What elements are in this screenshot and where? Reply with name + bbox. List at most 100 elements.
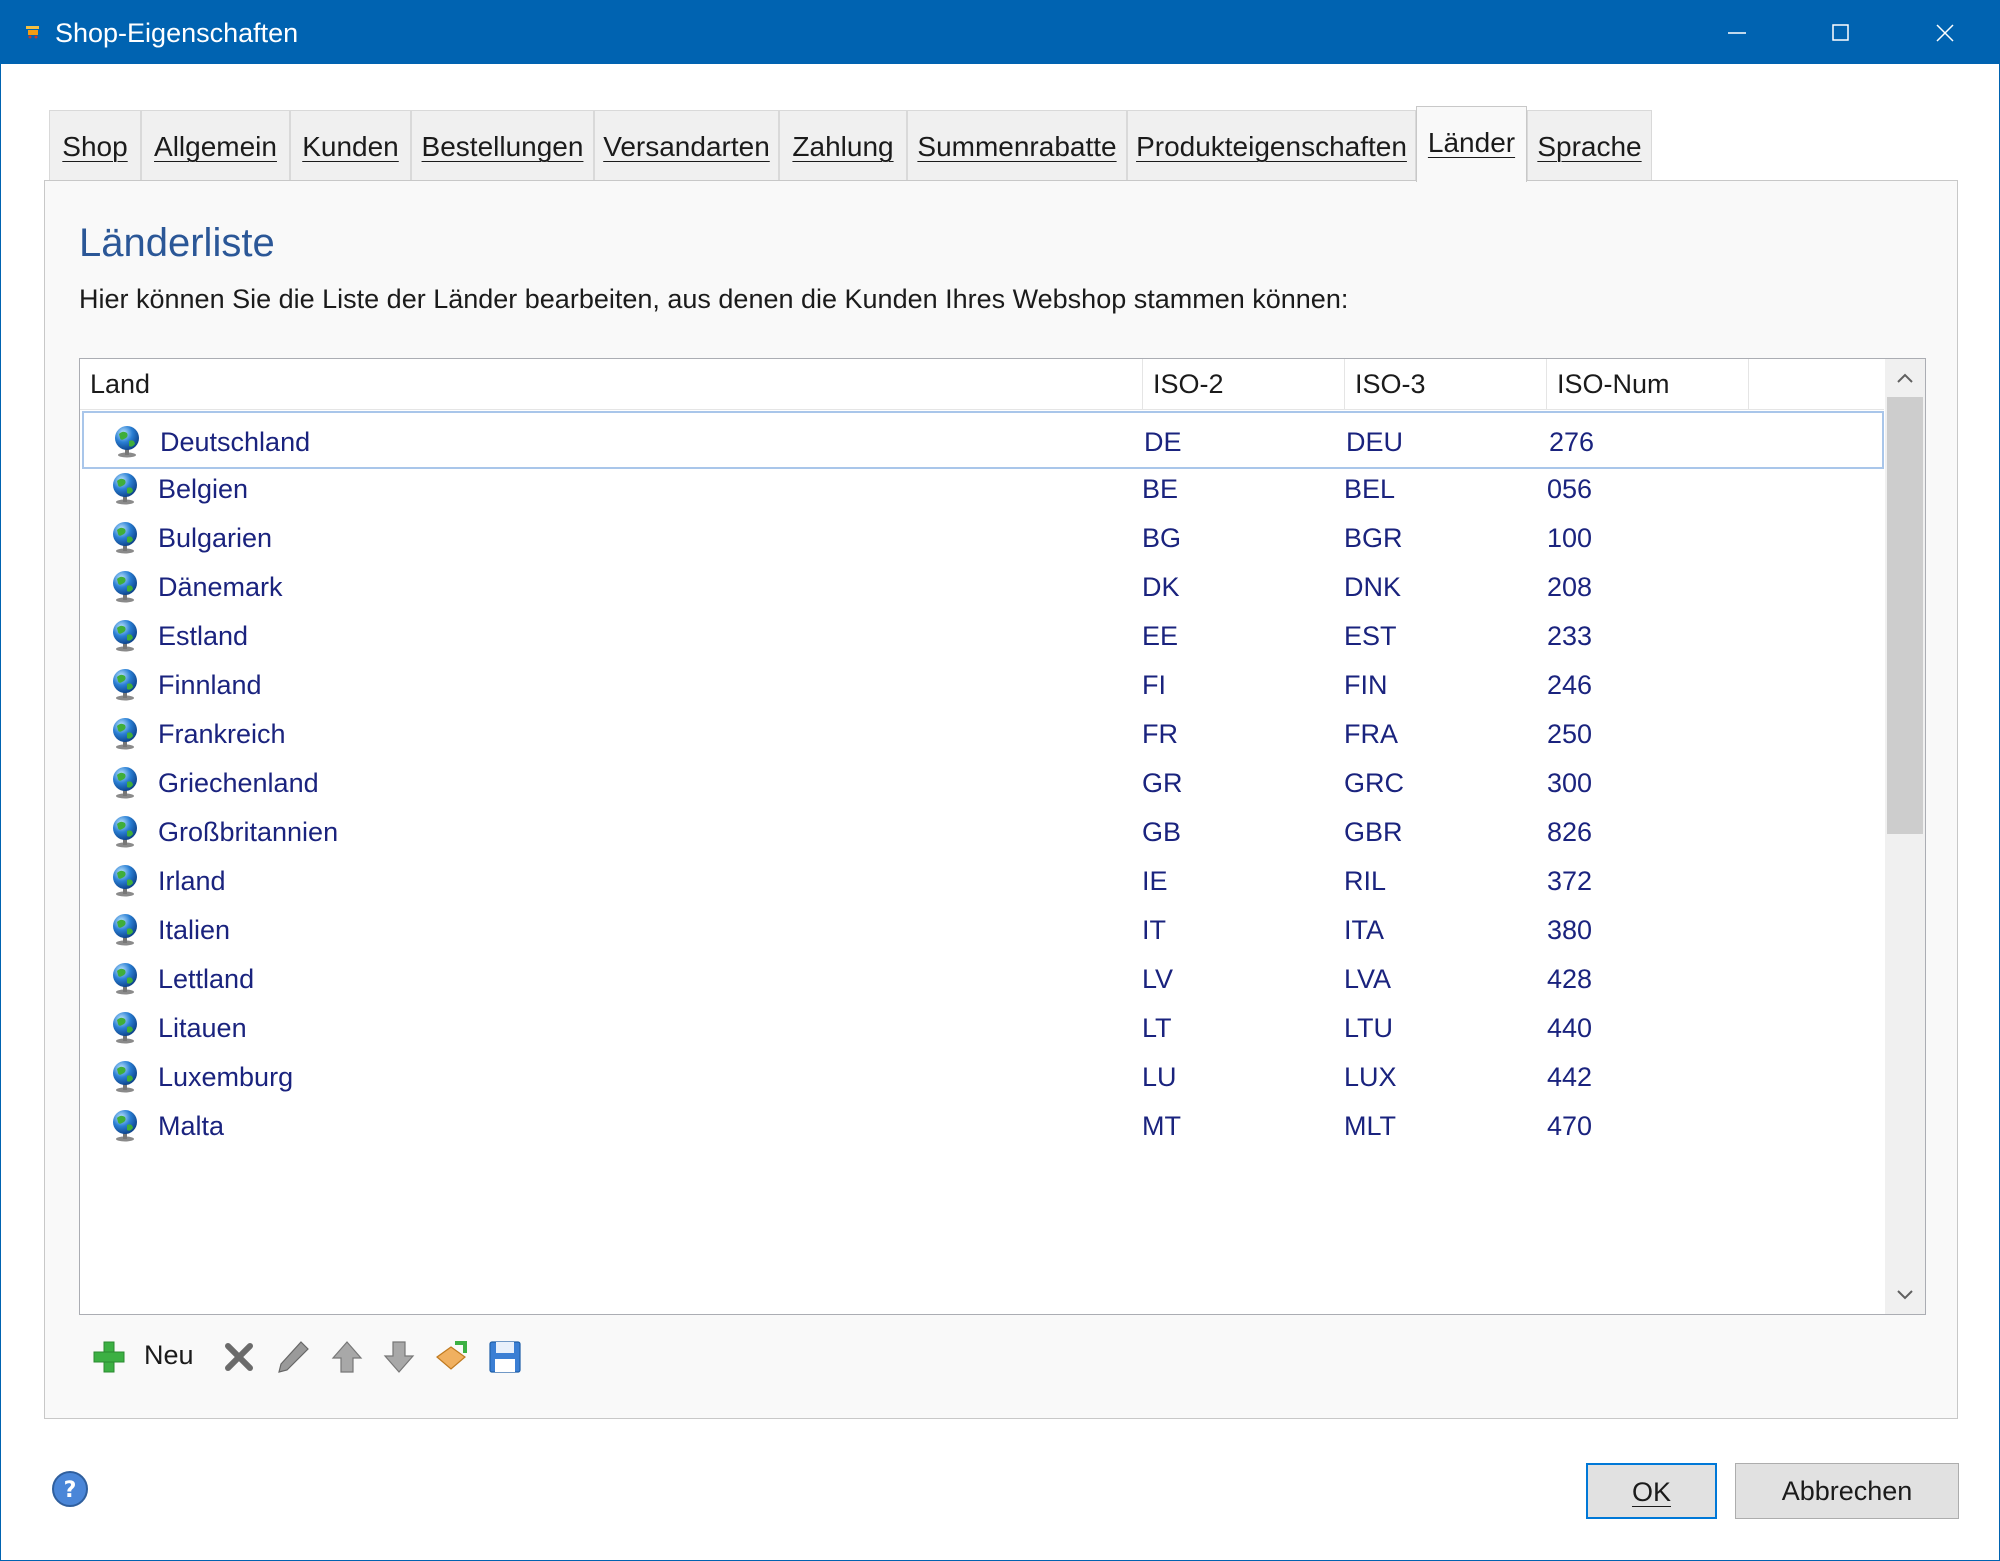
cell-isonum: 056 xyxy=(1547,474,1593,504)
cell-isonum: 250 xyxy=(1547,719,1593,749)
window-title: Shop-Eigenschaften xyxy=(55,18,299,48)
cell-land: Frankreich xyxy=(158,719,286,749)
title-bar[interactable]: Shop-Eigenschaften xyxy=(1,1,1999,64)
cell-iso2: GB xyxy=(1142,817,1182,847)
vertical-scrollbar[interactable] xyxy=(1885,359,1925,1314)
cell-iso3: FRA xyxy=(1344,719,1398,749)
tab-label: Summenrabatte xyxy=(917,131,1117,162)
tab-zahlung[interactable]: Zahlung xyxy=(779,110,907,180)
cell-iso3: GBR xyxy=(1344,817,1403,847)
cell-land: Estland xyxy=(158,621,249,651)
tab-allgemein[interactable]: Allgemein xyxy=(141,110,290,180)
globe-icon xyxy=(110,471,140,505)
scroll-down-arrow-icon[interactable] xyxy=(1895,1284,1915,1304)
help-icon[interactable]: ? xyxy=(51,1470,89,1508)
ok-button-label: OK xyxy=(1631,1477,1671,1507)
tab-label: Shop xyxy=(62,131,128,162)
add-icon[interactable] xyxy=(91,1339,127,1375)
cell-iso3: LUX xyxy=(1344,1062,1397,1092)
globe-icon xyxy=(110,814,140,848)
scrollbar-thumb[interactable] xyxy=(1887,397,1923,834)
cell-iso2: BG xyxy=(1142,523,1182,553)
tab-summenrabatte[interactable]: Summenrabatte xyxy=(907,110,1127,180)
globe-icon xyxy=(110,1059,140,1093)
cell-iso2: LT xyxy=(1142,1013,1172,1043)
cell-iso3: LTU xyxy=(1344,1013,1394,1043)
cell-isonum: 428 xyxy=(1547,964,1593,994)
cell-iso3: FIN xyxy=(1344,670,1388,700)
tab-label: Zahlung xyxy=(792,131,894,162)
tab-produkteigenschaften[interactable]: Produkteigenschaften xyxy=(1127,110,1416,180)
cell-land: Großbritannien xyxy=(158,817,339,847)
tab-bestellungen[interactable]: Bestellungen xyxy=(411,110,594,180)
dialog-window: Shop-Eigenschaften Shop Allgemein Kunden… xyxy=(0,0,2000,1561)
save-icon[interactable] xyxy=(487,1339,523,1375)
globe-icon xyxy=(110,1010,140,1044)
cell-isonum: 372 xyxy=(1547,866,1593,896)
globe-icon xyxy=(110,618,140,652)
cell-land: Deutschland xyxy=(160,427,311,457)
cell-isonum: 276 xyxy=(1549,427,1595,457)
cell-isonum: 440 xyxy=(1547,1013,1593,1043)
tab-laender[interactable]: Länder xyxy=(1416,106,1527,182)
cell-land: Finnland xyxy=(158,670,262,700)
cell-land: Malta xyxy=(158,1111,225,1141)
ok-button[interactable]: OK xyxy=(1586,1463,1717,1519)
cell-iso2: DK xyxy=(1142,572,1180,602)
cell-land: Irland xyxy=(158,866,226,896)
column-header-iso2[interactable]: ISO-2 xyxy=(1143,359,1345,409)
cell-isonum: 246 xyxy=(1547,670,1593,700)
delete-icon[interactable] xyxy=(221,1339,257,1375)
globe-icon xyxy=(110,912,140,946)
cell-iso2: MT xyxy=(1142,1111,1181,1141)
column-header-iso3[interactable]: ISO-3 xyxy=(1345,359,1547,409)
minimize-button[interactable] xyxy=(1685,1,1789,64)
globe-icon xyxy=(112,424,142,458)
cell-isonum: 380 xyxy=(1547,915,1593,945)
import-icon[interactable] xyxy=(433,1339,469,1375)
tab-label: Sprache xyxy=(1537,131,1642,162)
close-button[interactable] xyxy=(1893,1,1997,64)
cell-isonum: 826 xyxy=(1547,817,1593,847)
edit-icon[interactable] xyxy=(275,1339,311,1375)
tab-shop[interactable]: Shop xyxy=(49,110,141,180)
column-header-land[interactable]: Land xyxy=(80,359,1143,409)
tab-label: Länder xyxy=(1427,127,1516,158)
country-list[interactable]: Land ISO-2 ISO-3 ISO-Num Deutschland DE DE… xyxy=(79,358,1926,1315)
cell-iso3: DNK xyxy=(1344,572,1402,602)
move-down-icon[interactable] xyxy=(381,1339,417,1375)
page-title: Länderliste xyxy=(79,221,275,265)
cell-land: Griechenland xyxy=(158,768,319,798)
new-button-label[interactable]: Neu xyxy=(144,1340,194,1371)
tab-kunden[interactable]: Kunden xyxy=(290,110,411,180)
tab-label: Versandarten xyxy=(603,131,770,162)
scroll-up-arrow-icon[interactable] xyxy=(1895,369,1915,389)
cell-iso3: DEU xyxy=(1346,427,1404,457)
cell-isonum: 470 xyxy=(1547,1111,1593,1141)
cell-land: Dänemark xyxy=(158,572,283,602)
cell-land: Bulgarien xyxy=(158,523,273,553)
globe-icon xyxy=(110,520,140,554)
tab-sprache[interactable]: Sprache xyxy=(1527,110,1652,180)
cancel-button[interactable]: Abbrechen xyxy=(1735,1463,1959,1519)
cell-iso2: DE xyxy=(1144,427,1182,457)
tab-label: Allgemein xyxy=(154,131,277,162)
maximize-button[interactable] xyxy=(1789,1,1893,64)
tab-versandarten[interactable]: Versandarten xyxy=(594,110,779,180)
close-icon xyxy=(1936,24,1954,42)
cell-isonum: 208 xyxy=(1547,572,1593,602)
cell-land: Italien xyxy=(158,915,231,945)
column-header-isonum[interactable]: ISO-Num xyxy=(1547,359,1749,409)
svg-text:?: ? xyxy=(64,1478,77,1503)
cell-land: Belgien xyxy=(158,474,249,504)
cell-isonum: 100 xyxy=(1547,523,1593,553)
tab-label: Bestellungen xyxy=(421,131,584,162)
table-row[interactable]: Malta MT MLT 470 xyxy=(82,1097,1884,1155)
cell-iso2: FR xyxy=(1142,719,1178,749)
move-up-icon[interactable] xyxy=(329,1339,365,1375)
globe-icon xyxy=(110,716,140,750)
cell-iso2: FI xyxy=(1142,670,1166,700)
globe-icon xyxy=(110,961,140,995)
tab-label: Kunden xyxy=(302,131,399,162)
cell-land: Lettland xyxy=(158,964,255,994)
